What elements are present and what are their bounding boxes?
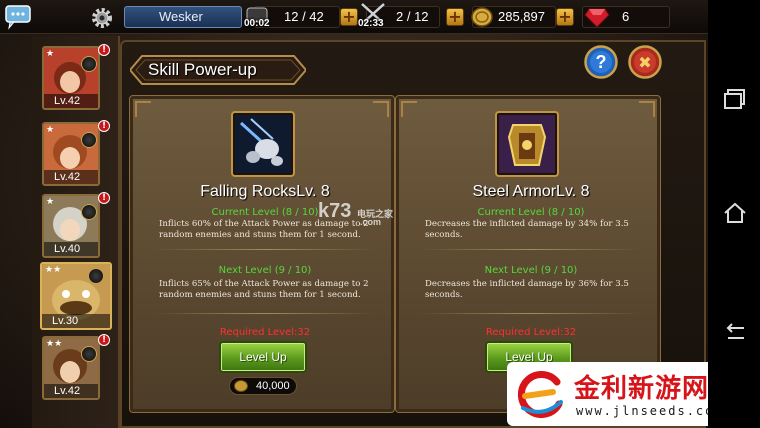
monster-badge-icon [88, 268, 104, 284]
next-level-header: Next Level (9 / 10) [484, 265, 578, 276]
skill-name: Steel ArmorLv. 8 [472, 183, 590, 200]
required-level: Required Level:32 [485, 327, 577, 338]
level-up-button[interactable]: Level Up [219, 341, 307, 373]
home-icon[interactable] [722, 200, 748, 226]
skill-name: Falling RocksLv. 8 [200, 183, 330, 200]
next-level-desc: Decreases the inflicted damage by 36% fo… [425, 279, 629, 301]
add-stamina-button[interactable]: + [340, 8, 358, 26]
next-level-desc-line: Inflicts 65% of the Attack Power as dama… [159, 279, 369, 289]
level-up-cost: 40,000 [229, 377, 297, 395]
weapon-badge-icon [81, 56, 97, 72]
pvp-value: 2 / 12 [396, 9, 429, 24]
hero-level: Lv.40 [44, 242, 98, 256]
recent-apps-icon[interactable] [722, 86, 748, 112]
card-corner [401, 101, 417, 117]
k73-watermark-text: k73 [318, 200, 352, 222]
key-badge-icon [81, 132, 97, 148]
close-button[interactable]: ✖ [628, 45, 662, 79]
help-label: ? [596, 52, 607, 72]
divider [421, 313, 641, 314]
site-watermark-url: www.jlnseeds.com [576, 404, 724, 418]
star-icon: ★★ [45, 265, 62, 275]
next-level-header: Next Level (9 / 10) [218, 265, 312, 276]
stamina-value: 12 / 42 [284, 9, 324, 24]
gold-coin-icon [234, 380, 248, 392]
site-logo-icon [517, 371, 563, 418]
star-icon: ★ [46, 197, 55, 207]
next-level-desc-line: seconds. [425, 290, 463, 300]
hero-slot[interactable]: ★ Lv.42 [42, 122, 100, 186]
star-icon: ★ [46, 125, 55, 135]
gold-value: 285,897 [498, 9, 545, 24]
site-watermark-title: 金利新游网 [574, 374, 710, 404]
divider [421, 249, 641, 250]
alert-icon: ! [98, 334, 110, 346]
alert-icon: ! [98, 192, 110, 204]
next-level-desc-line: random enemies and stuns them for 1 seco… [159, 290, 361, 300]
key-badge-icon [81, 204, 97, 220]
card-corner [135, 101, 151, 117]
hero-level: Lv.30 [42, 314, 110, 328]
top-bar: Wesker 00:02 12 / 42 + 02:33 2 / 12 + 28… [0, 0, 708, 34]
add-gold-button[interactable]: + [556, 8, 574, 26]
current-level-desc: Decreases the inflicted damage by 34% fo… [425, 219, 629, 241]
chat-icon[interactable] [4, 4, 38, 32]
divider [155, 249, 375, 250]
cost-value: 40,000 [256, 380, 290, 392]
player-name[interactable]: Wesker [124, 6, 242, 28]
hero-slot[interactable]: ★ Lv.42 [42, 46, 100, 110]
stamina-timer: 00:02 [244, 18, 270, 29]
current-level-desc-line: seconds. [425, 230, 463, 240]
card-corner [639, 101, 655, 117]
android-nav-bar [708, 0, 760, 428]
hero-slot-selected[interactable]: ★★ Lv.30 [40, 262, 112, 330]
card-corner [373, 101, 389, 117]
hero-level: Lv.42 [44, 94, 98, 108]
divider [155, 313, 375, 314]
help-button[interactable]: ? [584, 45, 618, 79]
falling-rocks-skill-icon[interactable] [231, 111, 295, 177]
gear-icon[interactable] [90, 6, 114, 30]
close-label: ✖ [638, 53, 651, 72]
gold-coin-icon [471, 7, 493, 27]
alert-icon: ! [98, 120, 110, 132]
required-level: Required Level:32 [219, 327, 311, 338]
hero-slot[interactable]: ★ Lv.40 [42, 194, 100, 258]
current-level-desc-line: Decreases the inflicted damage by 34% fo… [425, 219, 629, 229]
monster-badge-icon [81, 346, 97, 362]
alert-icon: ! [98, 44, 110, 56]
steel-armor-skill-icon[interactable] [495, 111, 559, 177]
pvp-timer: 02:33 [358, 18, 384, 29]
star-icon: ★★ [46, 339, 63, 349]
panel-title: Skill Power-up [148, 60, 257, 79]
next-level-desc: Inflicts 65% of the Attack Power as dama… [159, 279, 369, 301]
back-icon[interactable] [722, 320, 748, 346]
gem-value: 6 [622, 9, 630, 24]
current-level-header: Current Level (8 / 10) [477, 207, 585, 218]
skill-card: Falling RocksLv. 8 Current Level (8 / 10… [129, 95, 395, 413]
ruby-icon [584, 8, 610, 28]
hero-sidebar[interactable]: ★ Lv.42 ! ★ Lv.42 ! ★ Lv.40 ! ★★ Lv.30 ★… [32, 36, 120, 428]
hero-level: Lv.42 [44, 170, 98, 184]
add-pvp-button[interactable]: + [446, 8, 464, 26]
current-level-desc-line: random enemies and stuns them for 1 seco… [159, 230, 361, 240]
hero-level: Lv.42 [44, 384, 98, 398]
hero-slot[interactable]: ★★ Lv.42 [42, 336, 100, 400]
next-level-desc-line: Decreases the inflicted damage by 36% fo… [425, 279, 629, 289]
star-icon: ★ [46, 49, 55, 59]
k73-watermark: k73 电玩之家 .com [318, 200, 393, 227]
